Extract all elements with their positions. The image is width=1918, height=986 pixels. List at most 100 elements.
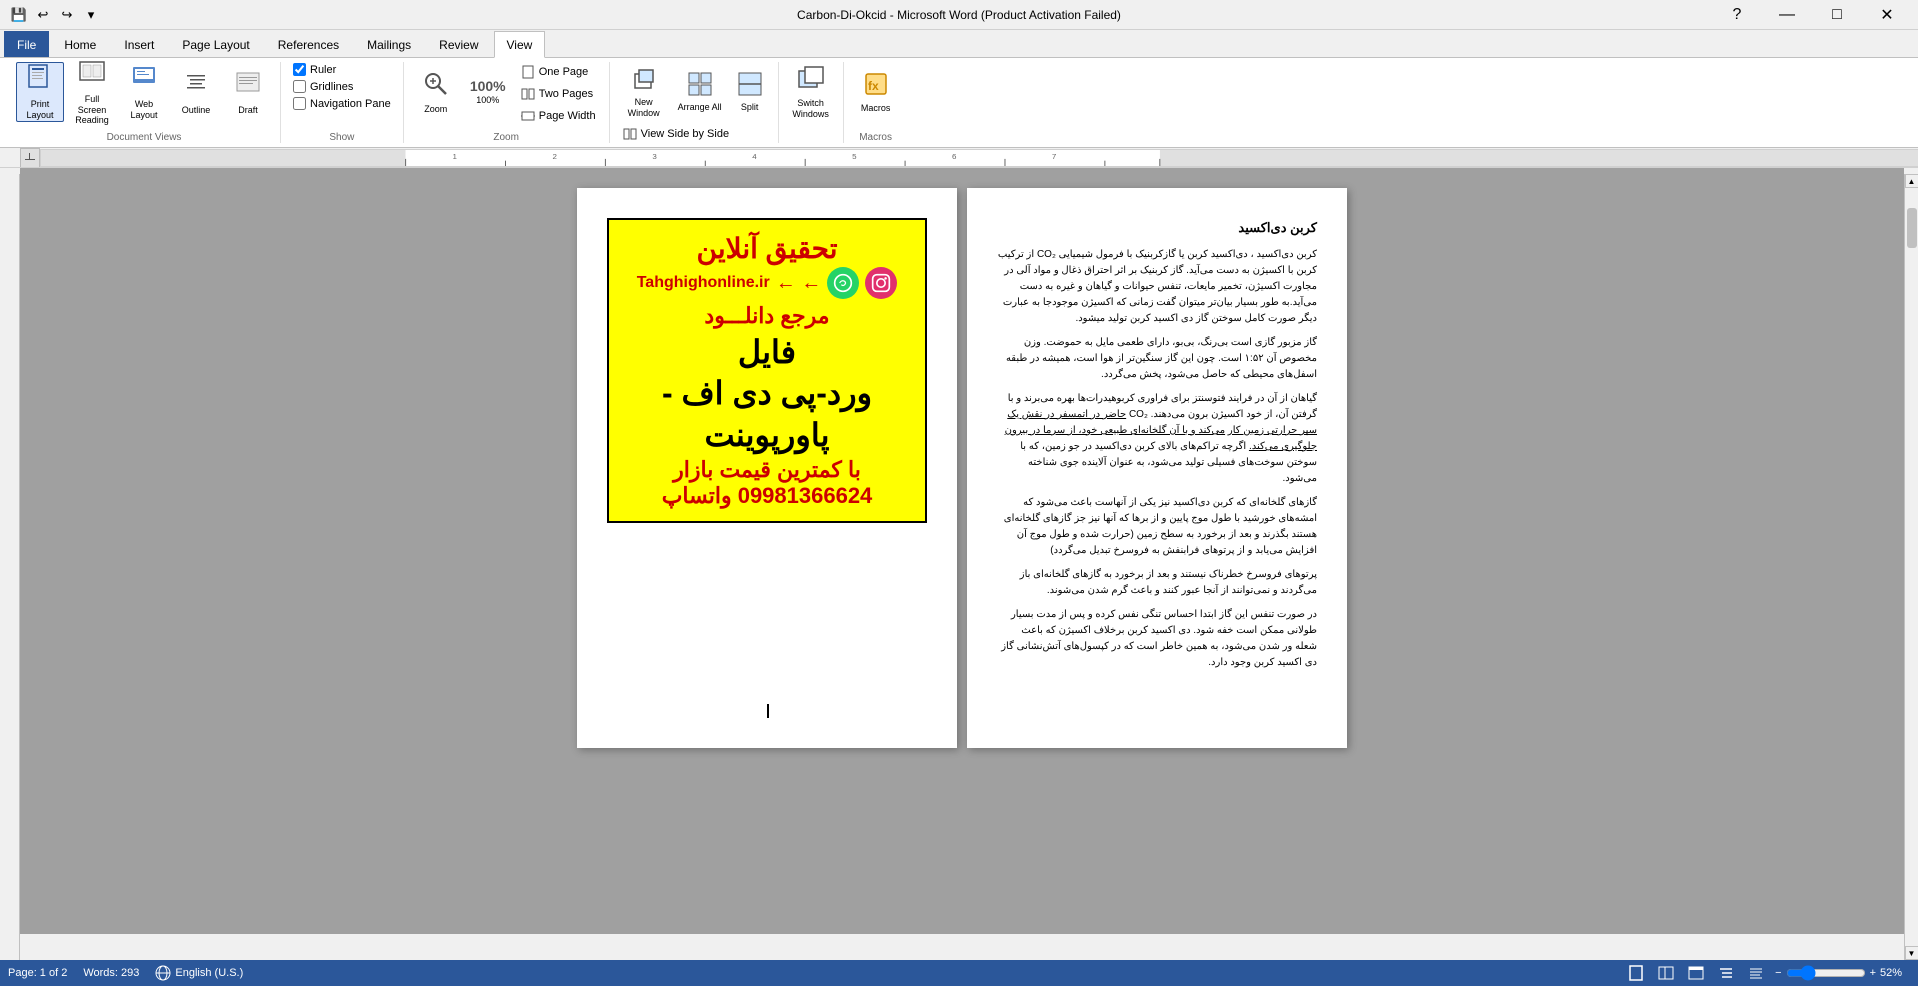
- print-layout-icon: [27, 63, 53, 97]
- save-button[interactable]: 💾: [8, 4, 30, 26]
- page-1: تحقیق آنلاین ← ← Tahghighonline.ir مرجع …: [577, 188, 957, 748]
- ruler-corner[interactable]: [20, 148, 40, 168]
- ad-title: تحقیق آنلاین: [619, 232, 915, 265]
- instagram-icon: [865, 267, 897, 299]
- tab-references[interactable]: References: [265, 31, 352, 57]
- scroll-thumb[interactable]: [1907, 208, 1917, 248]
- split-button[interactable]: Split: [730, 62, 770, 122]
- ad-description: با کمترین قیمت بازار: [619, 457, 915, 483]
- one-page-icon: [521, 65, 535, 79]
- macros-button[interactable]: fx Macros: [852, 62, 900, 122]
- tab-file[interactable]: File: [4, 31, 49, 57]
- view-side-by-side-button[interactable]: View Side by Side: [618, 124, 759, 144]
- zoom-level: 52%: [1880, 967, 1910, 979]
- ad-phone: 09981366624 واتساپ: [619, 483, 915, 509]
- outline-button[interactable]: Outline: [172, 62, 220, 122]
- ad-url: Tahghighonline.ir: [637, 274, 770, 292]
- switch-windows-button[interactable]: Switch Windows: [787, 62, 835, 122]
- one-page-button[interactable]: One Page: [516, 62, 601, 82]
- two-pages-button[interactable]: Two Pages: [516, 84, 601, 104]
- page2-title: کربن دی‌اکسید: [997, 218, 1317, 239]
- page-width-button[interactable]: Page Width: [516, 106, 601, 126]
- tab-home[interactable]: Home: [51, 31, 109, 57]
- draft-button[interactable]: Draft: [224, 62, 272, 122]
- web-layout-icon: [131, 63, 157, 97]
- svg-text:2: 2: [552, 152, 556, 160]
- navigation-pane-checkbox[interactable]: Navigation Pane: [289, 96, 395, 111]
- macros-icon: fx: [862, 70, 890, 101]
- window-title: Carbon-Di-Okcid - Microsoft Word (Produc…: [797, 8, 1121, 22]
- ribbon-group-zoom: Zoom 100% 100% One Page Two Pages: [404, 62, 610, 143]
- svg-text:4: 4: [752, 152, 756, 160]
- ad-box: تحقیق آنلاین ← ← Tahghighonline.ir مرجع …: [607, 218, 927, 523]
- arrow-icons: ← ←: [776, 272, 822, 295]
- web-layout-view-btn[interactable]: [1685, 962, 1707, 984]
- scroll-up-button[interactable]: ▲: [1905, 174, 1918, 188]
- ribbon-group-document-views: Print Layout Full Screen Reading: [8, 62, 281, 143]
- ad-main-1: فایل: [619, 332, 915, 374]
- ribbon-group-switch-windows: Switch Windows: [779, 62, 844, 143]
- horizontal-ruler: 1 2 3 4 5 6 7: [40, 149, 1918, 167]
- undo-button[interactable]: ↩: [32, 4, 54, 26]
- page2-content: کربن دی‌اکسید کربن دی‌اکسید ، دی‌اکسید ک…: [997, 218, 1317, 671]
- ribbon-group-show: Ruler Gridlines Navigation Pane Show: [281, 62, 404, 143]
- word-count: Words: 293: [83, 967, 139, 979]
- print-layout-view-btn[interactable]: [1625, 962, 1647, 984]
- zoom-100-button[interactable]: 100% 100%: [464, 62, 512, 122]
- ruler-checkbox[interactable]: Ruler: [289, 62, 395, 77]
- page-indicator: Page: 1 of 2: [8, 967, 67, 979]
- full-screen-reading-button[interactable]: Full Screen Reading: [68, 62, 116, 122]
- qt-dropdown-button[interactable]: ▾: [80, 4, 102, 26]
- ribbon-group-macros: fx Macros Macros: [844, 62, 908, 143]
- print-layout-button[interactable]: Print Layout: [16, 62, 64, 122]
- outline-view-btn[interactable]: [1715, 962, 1737, 984]
- vertical-scrollbar: ▲ ▼: [1904, 174, 1918, 960]
- zoom-icon: [422, 70, 450, 102]
- ruler-check[interactable]: [293, 63, 306, 76]
- gridlines-checkbox[interactable]: Gridlines: [289, 79, 395, 94]
- arrange-all-icon: [687, 71, 713, 100]
- page2-para2: گاز مزبور گازی است بی‌رنگ، بی‌بو، دارای …: [997, 335, 1317, 383]
- redo-button[interactable]: ↪: [56, 4, 78, 26]
- left-margin-ruler: [0, 174, 20, 960]
- page-width-icon: [521, 109, 535, 123]
- title-bar: 💾 ↩ ↪ ▾ Carbon-Di-Okcid - Microsoft Word…: [0, 0, 1918, 30]
- document-area[interactable]: تحقیق آنلاین ← ← Tahghighonline.ir مرجع …: [20, 168, 1904, 934]
- zoom-increase-btn[interactable]: +: [1870, 967, 1876, 979]
- help-button[interactable]: ?: [1714, 0, 1760, 30]
- web-layout-button[interactable]: Web Layout: [120, 62, 168, 122]
- svg-text:7: 7: [1052, 152, 1056, 160]
- minimize-button[interactable]: —: [1764, 0, 1810, 30]
- new-window-button[interactable]: New Window: [618, 62, 670, 122]
- tab-view[interactable]: View: [494, 31, 546, 58]
- tab-insert[interactable]: Insert: [111, 31, 167, 57]
- svg-text:1: 1: [453, 152, 457, 160]
- gridlines-check[interactable]: [293, 80, 306, 93]
- ribbon-tabs: File Home Insert Page Layout References …: [0, 30, 1918, 58]
- page2-para1: کربن دی‌اکسید ، دی‌اکسید کربن یا گازکربن…: [997, 247, 1317, 327]
- maximize-button[interactable]: □: [1814, 0, 1860, 30]
- view-side-by-side-icon: [623, 127, 637, 141]
- ruler-area: 1 2 3 4 5 6 7: [0, 148, 1918, 168]
- ad-main-2: ورد-پی دی اف - پاورپوینت: [619, 373, 915, 456]
- draft-view-btn[interactable]: [1745, 962, 1767, 984]
- zoom-button[interactable]: Zoom: [412, 62, 460, 122]
- svg-text:6: 6: [952, 152, 956, 160]
- zoom-range-input[interactable]: [1786, 965, 1866, 981]
- scroll-down-button[interactable]: ▼: [1905, 946, 1918, 960]
- zoom-decrease-btn[interactable]: −: [1775, 967, 1781, 979]
- zoom-100-icon: 100%: [470, 79, 506, 93]
- svg-text:fx: fx: [868, 79, 879, 93]
- svg-text:5: 5: [852, 152, 856, 160]
- close-button[interactable]: ✕: [1864, 0, 1910, 30]
- tab-review[interactable]: Review: [426, 31, 491, 57]
- tab-mailings[interactable]: Mailings: [354, 31, 424, 57]
- zoom-slider: − + 52%: [1775, 965, 1910, 981]
- tab-page-layout[interactable]: Page Layout: [169, 31, 262, 57]
- full-screen-view-btn[interactable]: [1655, 962, 1677, 984]
- arrange-all-button[interactable]: Arrange All: [674, 62, 726, 122]
- nav-pane-check[interactable]: [293, 97, 306, 110]
- text-cursor: [767, 704, 769, 718]
- language-icon: [155, 965, 171, 981]
- status-bar: Page: 1 of 2 Words: 293 English (U.S.) −…: [0, 960, 1918, 986]
